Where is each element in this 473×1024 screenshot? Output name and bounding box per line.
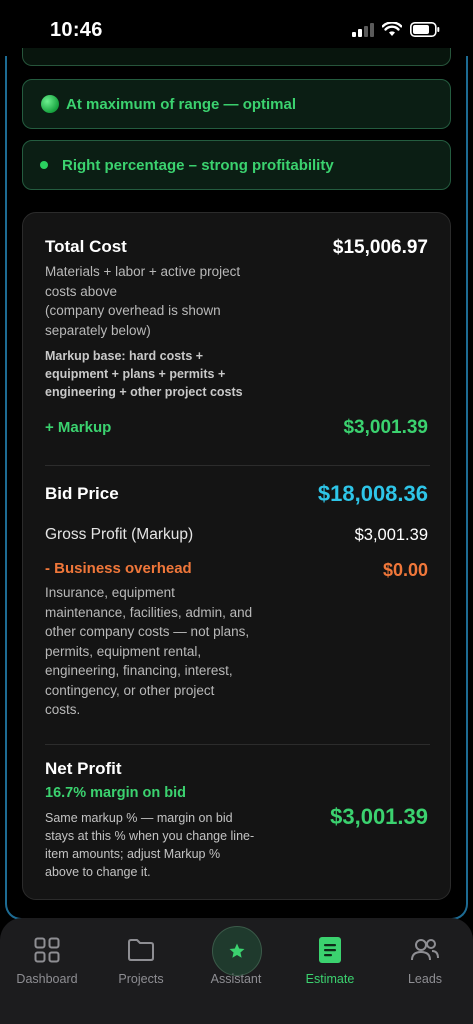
markup-label: + Markup [45, 419, 112, 436]
grid-icon [34, 937, 60, 963]
status-icons [352, 22, 440, 37]
folder-icon [128, 939, 154, 961]
percentage-indicator: Right percentage – strong profitability [22, 140, 451, 190]
nav-leads-label: Leads [407, 972, 443, 986]
nav-assistant[interactable]: Assistant [189, 918, 283, 998]
summary-card: Total Cost $15,006.97 Materials + labor … [22, 212, 451, 900]
bottom-navigation: Dashboard Projects Assistant Estimate Le… [0, 918, 473, 1024]
divider [45, 465, 430, 466]
nav-dashboard-label: Dashboard [16, 972, 78, 986]
green-status-dot-icon [41, 95, 59, 113]
total-cost-value: $15,006.97 [332, 237, 428, 258]
net-profit-value: $3,001.39 [330, 804, 428, 829]
green-dot-icon [40, 161, 48, 169]
business-overhead-description: Insurance, equipment maintenance, facili… [45, 585, 253, 717]
business-overhead-value: $0.00 [382, 560, 428, 580]
nav-leads[interactable]: Leads [378, 918, 472, 998]
bid-price-value: $18,008.36 [317, 481, 428, 506]
business-overhead-label: - Business overhead [45, 560, 192, 577]
divider [45, 744, 430, 745]
net-margin-text: 16.7% margin on bid [45, 785, 186, 801]
bid-price-label: Bid Price [45, 484, 119, 503]
nav-estimate[interactable]: Estimate [283, 918, 377, 998]
gross-profit-value: $3,001.39 [354, 526, 428, 544]
total-cost-label: Total Cost [45, 237, 127, 256]
nav-dashboard[interactable]: Dashboard [0, 918, 94, 998]
net-profit-description: Same markup % — margin on bid stays at t… [45, 811, 255, 879]
gross-profit-label: Gross Profit (Markup) [45, 526, 194, 543]
document-icon [319, 937, 341, 963]
total-cost-description: Materials + labor + active project costs… [45, 264, 241, 338]
markup-value: $3,001.39 [343, 417, 428, 438]
battery-icon [410, 22, 440, 37]
percentage-indicator-text: Right percentage – strong profitability [62, 156, 334, 174]
nav-estimate-label: Estimate [305, 972, 355, 986]
cellular-signal-icon [352, 22, 374, 37]
range-indicator: At maximum of range — optimal [22, 79, 451, 129]
nav-projects-label: Projects [118, 972, 164, 986]
people-icon [411, 939, 439, 961]
previous-card-edge [22, 48, 451, 66]
range-indicator-text: At maximum of range — optimal [66, 95, 297, 113]
markup-base-note: Markup base: hard costs + equipment + pl… [45, 349, 243, 399]
status-time: 10:46 [50, 19, 103, 41]
nav-projects[interactable]: Projects [94, 918, 188, 998]
nav-assistant-label: Assistant [210, 972, 262, 986]
wifi-icon [382, 22, 402, 36]
net-profit-label: Net Profit [45, 759, 122, 778]
